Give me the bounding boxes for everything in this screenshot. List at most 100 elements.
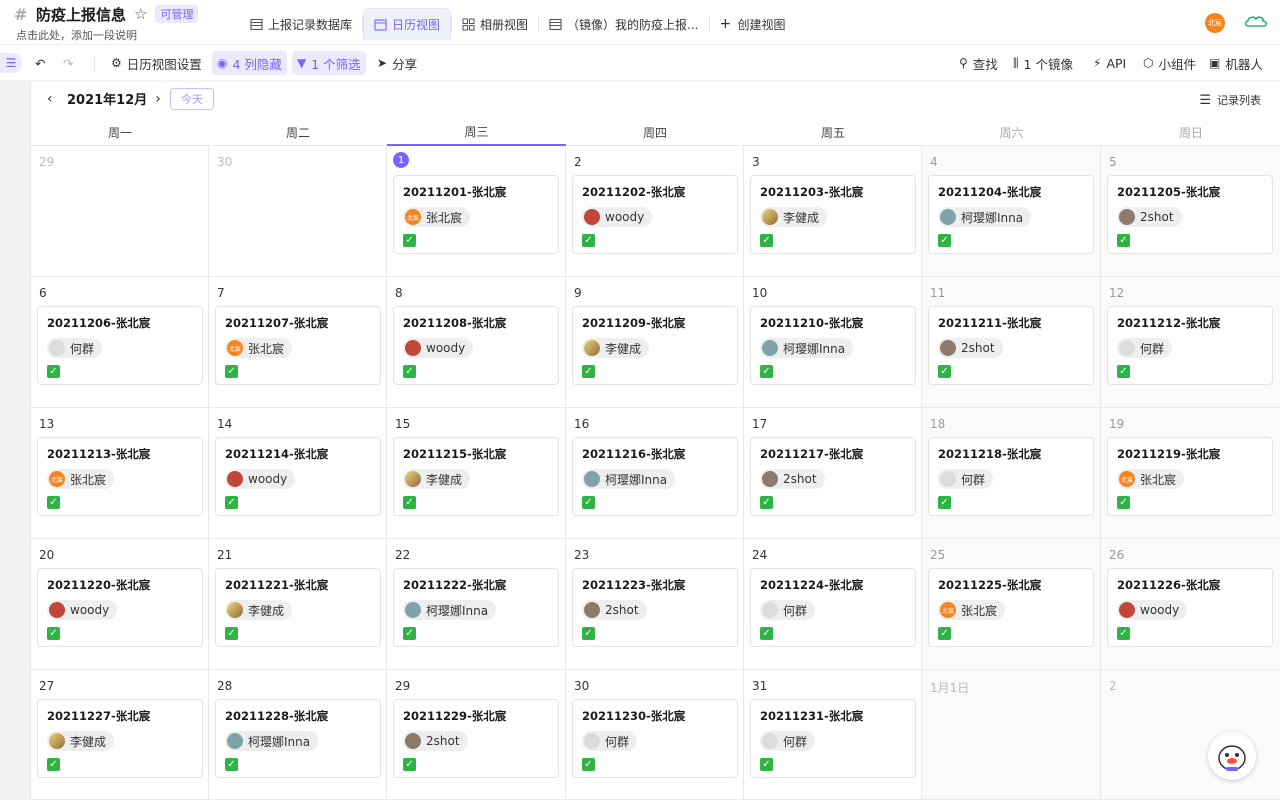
record-card[interactable]: 20211222-张北宸 柯璎娜Inna ✓ (393, 568, 559, 647)
member-chip: 2shot (403, 731, 468, 751)
day-cell[interactable]: 24 20211224-张北宸 何群 ✓ (744, 539, 922, 670)
day-cell[interactable]: 3 20211203-张北宸 李健成 ✓ (744, 146, 922, 277)
record-card[interactable]: 20211229-张北宸 2shot ✓ (393, 699, 559, 778)
chevron-right-icon[interactable]: › (155, 91, 167, 107)
record-card[interactable]: 20211217-张北宸 2shot ✓ (750, 437, 916, 516)
record-card[interactable]: 20211208-张北宸 woody ✓ (393, 306, 559, 385)
member-avatar (49, 340, 65, 356)
record-card[interactable]: 20211210-张北宸 柯璎娜Inna ✓ (750, 306, 916, 385)
day-cell[interactable]: 1 20211201-张北宸 北宸 张北宸 ✓ (387, 146, 566, 277)
tab-3[interactable]: （镜像）我的防疫上报... (539, 8, 708, 40)
record-card[interactable]: 20211230-张北宸 何群 ✓ (572, 699, 738, 778)
robot-button[interactable]: ▣ 机器人 (1204, 51, 1268, 75)
checkbox-checked-icon: ✓ (582, 234, 595, 247)
tab-label: （镜像）我的防疫上报... (567, 17, 699, 32)
hidden-fields-button[interactable]: ◉ 4 列隐藏 (212, 51, 287, 75)
day-cell[interactable]: 4 20211204-张北宸 柯璎娜Inna ✓ (922, 146, 1101, 277)
day-cell[interactable]: 10 20211210-张北宸 柯璎娜Inna ✓ (744, 277, 922, 408)
day-cell[interactable]: 30 20211230-张北宸 何群 ✓ (566, 670, 744, 800)
record-card[interactable]: 20211205-张北宸 2shot ✓ (1107, 175, 1273, 254)
day-cell[interactable]: 31 20211231-张北宸 何群 ✓ (744, 670, 922, 800)
day-cell[interactable]: 28 20211228-张北宸 柯璎娜Inna ✓ (209, 670, 387, 800)
record-card[interactable]: 20211228-张北宸 柯璎娜Inna ✓ (215, 699, 381, 778)
widget-button[interactable]: ⬡ 小组件 (1138, 51, 1201, 75)
tab-4[interactable]: + 创建视图 (710, 8, 796, 40)
record-card[interactable]: 20211218-张北宸 何群 ✓ (928, 437, 1094, 516)
user-avatar[interactable]: 北宸 (1205, 13, 1225, 33)
record-card[interactable]: 20211207-张北宸 北宸 张北宸 ✓ (215, 306, 381, 385)
day-cell[interactable]: 7 20211207-张北宸 北宸 张北宸 ✓ (209, 277, 387, 408)
sidebar-toggle-icon[interactable]: ☰ (0, 53, 22, 73)
tab-2[interactable]: 相册视图 (452, 8, 538, 40)
record-card[interactable]: 20211202-张北宸 woody ✓ (572, 175, 738, 254)
record-card[interactable]: 20211227-张北宸 李健成 ✓ (37, 699, 203, 778)
day-cell[interactable]: 23 20211223-张北宸 2shot ✓ (566, 539, 744, 670)
record-card[interactable]: 20211221-张北宸 李健成 ✓ (215, 568, 381, 647)
undo-icon[interactable]: ↶ (30, 51, 50, 75)
record-card[interactable]: 20211209-张北宸 李健成 ✓ (572, 306, 738, 385)
record-card[interactable]: 20211216-张北宸 柯璎娜Inna ✓ (572, 437, 738, 516)
record-card[interactable]: 20211212-张北宸 何群 ✓ (1107, 306, 1273, 385)
record-card[interactable]: 20211204-张北宸 柯璎娜Inna ✓ (928, 175, 1094, 254)
record-card[interactable]: 20211215-张北宸 李健成 ✓ (393, 437, 559, 516)
share-button[interactable]: ➤ 分享 (372, 51, 422, 75)
record-card[interactable]: 20211226-张北宸 woody ✓ (1107, 568, 1273, 647)
day-cell[interactable]: 20 20211220-张北宸 woody ✓ (31, 539, 209, 670)
day-cell[interactable]: 17 20211217-张北宸 2shot ✓ (744, 408, 922, 539)
record-card[interactable]: 20211211-张北宸 2shot ✓ (928, 306, 1094, 385)
today-button[interactable]: 今天 (170, 88, 214, 110)
day-cell[interactable]: 11 20211211-张北宸 2shot ✓ (922, 277, 1101, 408)
day-cell[interactable]: 9 20211209-张北宸 李健成 ✓ (566, 277, 744, 408)
day-cell[interactable]: 12 20211212-张北宸 何群 ✓ (1101, 277, 1280, 408)
record-list-button[interactable]: ☰ 记录列表 (1199, 92, 1261, 108)
day-cell[interactable]: 6 20211206-张北宸 何群 ✓ (31, 277, 209, 408)
day-cell[interactable]: 18 20211218-张北宸 何群 ✓ (922, 408, 1101, 539)
day-cell[interactable]: 8 20211208-张北宸 woody ✓ (387, 277, 566, 408)
tab-1[interactable]: 日历视图 (363, 8, 452, 40)
record-card[interactable]: 20211213-张北宸 北宸 张北宸 ✓ (37, 437, 203, 516)
redo-icon[interactable]: ↷ (58, 51, 78, 75)
record-card[interactable]: 20211225-张北宸 北宸 张北宸 ✓ (928, 568, 1094, 647)
mirror-button[interactable]: ⫼ 1 个镜像 (1008, 51, 1078, 75)
record-card[interactable]: 20211206-张北宸 何群 ✓ (37, 306, 203, 385)
day-cell[interactable]: 14 20211214-张北宸 woody ✓ (209, 408, 387, 539)
record-card[interactable]: 20211223-张北宸 2shot ✓ (572, 568, 738, 647)
day-cell[interactable]: 30 (209, 146, 387, 277)
record-card[interactable]: 20211220-张北宸 woody ✓ (37, 568, 203, 647)
day-cell[interactable]: 13 20211213-张北宸 北宸 张北宸 ✓ (31, 408, 209, 539)
day-cell[interactable]: 27 20211227-张北宸 李健成 ✓ (31, 670, 209, 800)
chevron-left-icon[interactable]: ‹ (47, 91, 59, 107)
record-card[interactable]: 20211201-张北宸 北宸 张北宸 ✓ (393, 175, 559, 254)
tab-0[interactable]: 上报记录数据库 (240, 8, 362, 40)
day-cell[interactable]: 15 20211215-张北宸 李健成 ✓ (387, 408, 566, 539)
record-card[interactable]: 20211231-张北宸 何群 ✓ (750, 699, 916, 778)
day-number: 26 (1109, 548, 1125, 562)
filter-button[interactable]: ▼ 1 个筛选 (292, 51, 366, 75)
day-cell[interactable]: 29 20211229-张北宸 2shot ✓ (387, 670, 566, 800)
record-card[interactable]: 20211219-张北宸 北宸 张北宸 ✓ (1107, 437, 1273, 516)
day-cell[interactable]: 21 20211221-张北宸 李健成 ✓ (209, 539, 387, 670)
day-cell[interactable]: 29 (31, 146, 209, 277)
day-cell[interactable]: 22 20211222-张北宸 柯璎娜Inna ✓ (387, 539, 566, 670)
day-cell[interactable]: 16 20211216-张北宸 柯璎娜Inna ✓ (566, 408, 744, 539)
day-cell[interactable]: 25 20211225-张北宸 北宸 张北宸 ✓ (922, 539, 1101, 670)
record-card[interactable]: 20211214-张北宸 woody ✓ (215, 437, 381, 516)
cloud-icon[interactable] (1244, 12, 1270, 32)
calendar-settings-button[interactable]: ⚙ 日历视图设置 (106, 51, 207, 75)
day-cell[interactable]: 19 20211219-张北宸 北宸 张北宸 ✓ (1101, 408, 1280, 539)
day-cell[interactable]: 5 20211205-张北宸 2shot ✓ (1101, 146, 1280, 277)
checkbox-checked-icon: ✓ (760, 758, 773, 771)
sheet-title[interactable]: 防疫上报信息 (36, 4, 126, 25)
day-cell[interactable]: 2 20211202-张北宸 woody ✓ (566, 146, 744, 277)
day-cell[interactable]: 1月1日 (922, 670, 1101, 800)
sheet-description[interactable]: 点击此处，添加一段说明 (16, 27, 198, 43)
day-cell[interactable]: 26 20211226-张北宸 woody ✓ (1101, 539, 1280, 670)
find-button[interactable]: ⚲ 查找 (954, 51, 1003, 75)
record-card[interactable]: 20211224-张北宸 何群 ✓ (750, 568, 916, 647)
day-cell[interactable]: 2 (1101, 670, 1280, 800)
api-button[interactable]: ⚡ API (1088, 51, 1131, 75)
star-icon[interactable]: ☆ (134, 5, 147, 23)
member-avatar (584, 340, 600, 356)
assistant-bot-icon[interactable] (1208, 732, 1256, 780)
record-card[interactable]: 20211203-张北宸 李健成 ✓ (750, 175, 916, 254)
